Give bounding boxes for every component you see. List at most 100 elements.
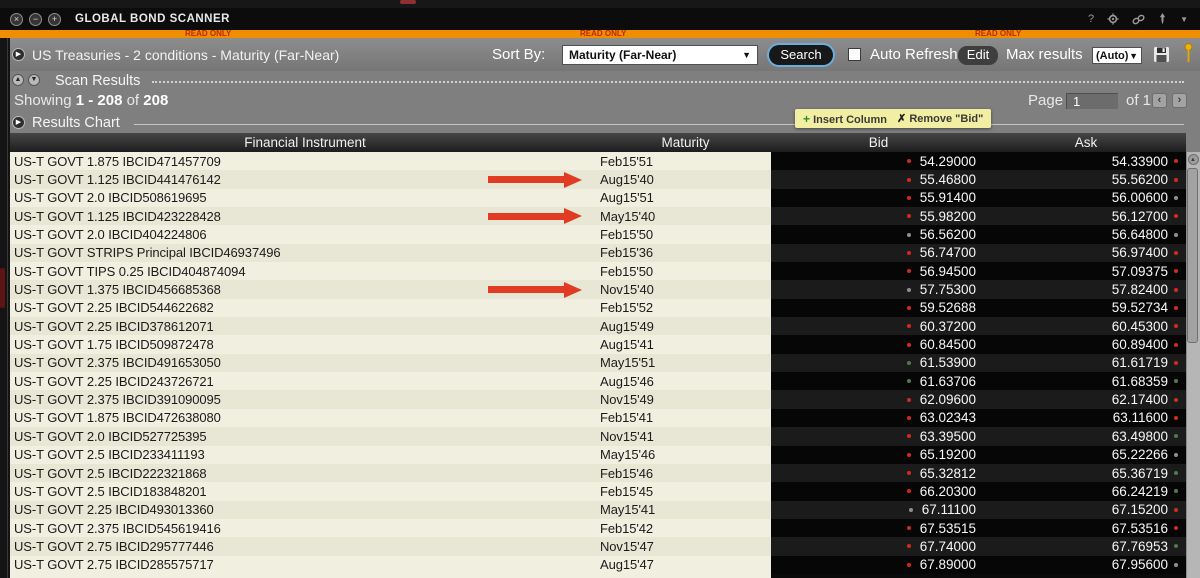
instrument-cell[interactable]: US-T GOVT 1.875 IBCID472638080 bbox=[10, 408, 600, 428]
ask-cell[interactable]: 67.53516 bbox=[986, 518, 1186, 538]
table-row[interactable]: US-T GOVT 2.25 IBCID243726721 Aug15'46 6… bbox=[10, 372, 1186, 391]
ask-cell[interactable]: 60.45300 bbox=[986, 317, 1186, 336]
bid-cell[interactable]: 56.94500 bbox=[771, 262, 986, 281]
column-header-maturity[interactable]: Maturity bbox=[600, 133, 771, 152]
instrument-cell[interactable]: US-T GOVT 2.375 IBCID545619416 bbox=[10, 518, 600, 538]
expand-arrow-icon[interactable]: ▶ bbox=[12, 48, 25, 61]
instrument-cell[interactable]: US-T GOVT 2.0 IBCID508619695 bbox=[10, 188, 600, 208]
instrument-cell[interactable]: US-T GOVT STRIPS Principal IBCID46937496 bbox=[10, 243, 600, 263]
maturity-cell[interactable]: Feb15'51 bbox=[600, 152, 771, 171]
next-page-button[interactable]: › bbox=[1172, 93, 1187, 108]
bid-cell[interactable]: 67.89000 bbox=[771, 555, 986, 574]
maturity-cell[interactable]: May15'40 bbox=[600, 207, 771, 226]
scroll-up-icon[interactable]: ▲ bbox=[1187, 154, 1199, 165]
ask-cell[interactable]: 56.97400 bbox=[986, 243, 1186, 263]
sort-by-dropdown[interactable]: Maturity (Far-Near) ▼ bbox=[562, 45, 758, 65]
maturity-cell[interactable]: May15'41 bbox=[600, 500, 771, 519]
ask-cell[interactable]: 61.61719 bbox=[986, 353, 1186, 373]
maturity-cell[interactable]: Nov15'47 bbox=[600, 537, 771, 556]
instrument-cell[interactable]: US-T GOVT 2.5 IBCID183848201 bbox=[10, 482, 600, 501]
table-row[interactable]: US-T GOVT 2.0 IBCID508619695 Aug15'51 55… bbox=[10, 188, 1186, 208]
chevron-down-icon[interactable]: ▼ bbox=[1180, 15, 1188, 24]
table-row[interactable]: US-T GOVT 2.5 IBCID183848201 Feb15'45 66… bbox=[10, 482, 1186, 501]
bid-cell[interactable]: 65.32812 bbox=[771, 463, 986, 483]
table-row[interactable]: US-T GOVT 2.75 IBCID295777446 Nov15'47 6… bbox=[10, 537, 1186, 556]
bid-cell[interactable]: 55.91400 bbox=[771, 188, 986, 208]
instrument-cell[interactable]: US-T GOVT 2.25 IBCID243726721 bbox=[10, 372, 600, 391]
maturity-cell[interactable]: Feb15'41 bbox=[600, 408, 771, 428]
ask-cell[interactable]: 60.89400 bbox=[986, 335, 1186, 354]
table-row[interactable]: US-T GOVT 2.5 IBCID233411193 May15'46 65… bbox=[10, 445, 1186, 464]
instrument-cell[interactable]: US-T GOVT 2.0 IBCID527725395 bbox=[10, 427, 600, 446]
maturity-cell[interactable]: Aug15'47 bbox=[600, 555, 771, 574]
instrument-cell[interactable]: US-T GOVT TIPS 0.25 IBCID404874094 bbox=[10, 262, 600, 281]
ask-cell[interactable]: 62.17400 bbox=[986, 390, 1186, 409]
maturity-cell[interactable]: May15'46 bbox=[600, 445, 771, 464]
instrument-cell[interactable]: US-T GOVT 2.0 IBCID404224806 bbox=[10, 225, 600, 244]
insert-column-option[interactable]: + Insert Column bbox=[803, 112, 887, 126]
bid-cell[interactable]: 57.75300 bbox=[771, 280, 986, 299]
ask-cell[interactable]: 61.68359 bbox=[986, 372, 1186, 391]
scanner-selector[interactable]: ▶ US Treasuries - 2 conditions - Maturit… bbox=[12, 38, 339, 71]
bid-cell[interactable]: 61.53900 bbox=[771, 353, 986, 373]
maturity-cell[interactable]: Aug15'51 bbox=[600, 188, 771, 208]
bid-cell[interactable]: 54.29000 bbox=[771, 152, 986, 171]
page-number-input[interactable]: 1 bbox=[1066, 93, 1118, 109]
bid-cell[interactable]: 65.19200 bbox=[771, 445, 986, 464]
instrument-cell[interactable]: US-T GOVT 2.25 IBCID378612071 bbox=[10, 317, 600, 336]
maturity-cell[interactable]: Feb15'46 bbox=[600, 463, 771, 483]
bid-cell[interactable]: 59.52688 bbox=[771, 298, 986, 318]
bid-cell[interactable]: 63.39500 bbox=[771, 427, 986, 446]
instrument-cell[interactable]: US-T GOVT 2.375 IBCID491653050 bbox=[10, 353, 600, 373]
bid-cell[interactable]: 62.09600 bbox=[771, 390, 986, 409]
bid-cell[interactable]: 60.84500 bbox=[771, 335, 986, 354]
maturity-cell[interactable]: Nov15'40 bbox=[600, 280, 771, 299]
table-row[interactable]: US-T GOVT 2.25 IBCID493013360 May15'41 6… bbox=[10, 500, 1186, 519]
max-results-dropdown[interactable]: (Auto) ▼ bbox=[1092, 47, 1142, 64]
instrument-cell[interactable]: US-T GOVT 1.875 IBCID471457709 bbox=[10, 152, 600, 171]
gear-icon[interactable] bbox=[1107, 13, 1119, 25]
ask-cell[interactable]: 59.52734 bbox=[986, 298, 1186, 318]
prev-page-button[interactable]: ‹ bbox=[1152, 93, 1167, 108]
table-row[interactable]: US-T GOVT 1.375 IBCID456685368 Nov15'40 … bbox=[10, 280, 1186, 299]
scrollbar-thumb[interactable] bbox=[1187, 168, 1198, 343]
table-row[interactable]: US-T GOVT 1.75 IBCID509872478 Aug15'41 6… bbox=[10, 335, 1186, 354]
maturity-cell[interactable]: Nov15'49 bbox=[600, 390, 771, 409]
table-row[interactable]: US-T GOVT STRIPS Principal IBCID46937496… bbox=[10, 243, 1186, 263]
maturity-cell[interactable]: Aug15'46 bbox=[600, 372, 771, 391]
maturity-cell[interactable]: Feb15'50 bbox=[600, 225, 771, 244]
maturity-cell[interactable]: Feb15'45 bbox=[600, 482, 771, 501]
maturity-cell[interactable]: Feb15'36 bbox=[600, 243, 771, 263]
ask-cell[interactable]: 65.22266 bbox=[986, 445, 1186, 464]
instrument-cell[interactable]: US-T GOVT 2.5 IBCID233411193 bbox=[10, 445, 600, 464]
bid-cell[interactable]: 67.74000 bbox=[771, 537, 986, 556]
table-row[interactable]: US-T GOVT 1.125 IBCID441476142 Aug15'40 … bbox=[10, 170, 1186, 189]
bid-cell[interactable]: 66.20300 bbox=[771, 482, 986, 501]
ask-cell[interactable]: 65.36719 bbox=[986, 463, 1186, 483]
maturity-cell[interactable]: Feb15'50 bbox=[600, 262, 771, 281]
instrument-cell[interactable]: US-T GOVT 2.75 IBCID295777446 bbox=[10, 537, 600, 556]
bid-cell[interactable]: 63.02343 bbox=[771, 408, 986, 428]
bid-cell[interactable]: 56.56200 bbox=[771, 225, 986, 244]
maturity-cell[interactable]: Aug15'41 bbox=[600, 335, 771, 354]
table-row[interactable]: US-T GOVT 1.125 IBCID423228428 May15'40 … bbox=[10, 207, 1186, 226]
maximize-icon[interactable]: + bbox=[48, 12, 61, 26]
remove-column-option[interactable]: ✗ Remove "Bid" bbox=[897, 112, 983, 125]
ask-cell[interactable]: 63.11600 bbox=[986, 408, 1186, 428]
table-row[interactable]: US-T GOVT 2.375 IBCID391090095 Nov15'49 … bbox=[10, 390, 1186, 409]
instrument-cell[interactable]: US-T GOVT 2.75 IBCID285575717 bbox=[10, 555, 600, 574]
ask-cell[interactable]: 56.64800 bbox=[986, 225, 1186, 244]
edit-button[interactable]: Edit bbox=[958, 46, 998, 65]
close-icon[interactable]: × bbox=[10, 12, 23, 26]
ask-cell[interactable]: 57.82400 bbox=[986, 280, 1186, 299]
instrument-cell[interactable]: US-T GOVT 1.75 IBCID509872478 bbox=[10, 335, 600, 354]
table-row[interactable]: US-T GOVT 2.25 IBCID378612071 Aug15'49 6… bbox=[10, 317, 1186, 336]
ask-cell[interactable]: 56.12700 bbox=[986, 207, 1186, 226]
ask-cell[interactable]: 67.76953 bbox=[986, 537, 1186, 556]
instrument-cell[interactable]: US-T GOVT 2.25 IBCID544622682 bbox=[10, 298, 600, 318]
maturity-cell[interactable]: Aug15'40 bbox=[600, 170, 771, 189]
ask-cell[interactable]: 67.15200 bbox=[986, 500, 1186, 519]
instrument-cell[interactable]: US-T GOVT 2.5 IBCID222321868 bbox=[10, 463, 600, 483]
instrument-cell[interactable]: US-T GOVT 2.375 IBCID391090095 bbox=[10, 390, 600, 409]
ask-cell[interactable]: 54.33900 bbox=[986, 152, 1186, 171]
